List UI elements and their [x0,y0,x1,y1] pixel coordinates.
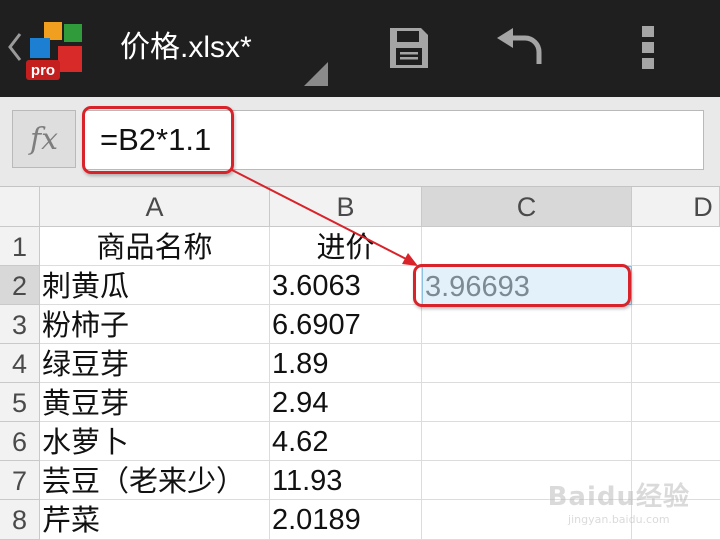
cell-b8[interactable]: 2.0189 [270,500,422,540]
save-button[interactable] [384,20,434,76]
row-header-3[interactable]: 3 [0,305,40,344]
logo-label: pro [31,62,55,79]
row-header-8[interactable]: 8 [0,500,40,540]
row-header-5[interactable]: 5 [0,383,40,422]
row-header-2[interactable]: 2 [0,266,40,305]
cell-d5[interactable] [632,383,720,422]
cell-a5[interactable]: 黄豆芽 [40,383,270,422]
cell-a8[interactable]: 芹菜 [40,500,270,540]
vertical-ellipsis-icon [642,26,654,69]
cell-a4[interactable]: 绿豆芽 [40,344,270,383]
cell-a1[interactable]: 商品名称 [40,227,270,266]
file-title: 价格.xlsx* [120,31,252,64]
file-menu-dropdown-icon[interactable] [304,62,328,86]
cell-a2[interactable]: 刺黄瓜 [40,266,270,305]
floppy-disk-icon [390,28,428,68]
formula-input[interactable]: =B2*1.1 [84,110,704,170]
cell-d1[interactable] [632,227,720,266]
cell-d3[interactable] [632,305,720,344]
cell-c4[interactable] [422,344,632,383]
cell-b7[interactable]: 11.93 [270,461,422,500]
column-header-a[interactable]: A [40,187,270,227]
back-chevron-icon[interactable] [6,30,24,64]
cell-d4[interactable] [632,344,720,383]
watermark-brand: Baidu经验 [547,482,690,512]
cell-d6[interactable] [632,422,720,461]
undo-button[interactable] [492,20,548,76]
overflow-menu-button[interactable] [628,20,668,76]
column-header-c[interactable]: C [422,187,632,227]
cell-c5[interactable] [422,383,632,422]
office-suite-pro-logo[interactable]: pro [24,18,90,82]
row-header-1[interactable]: 1 [0,227,40,266]
row-header-4[interactable]: 4 [0,344,40,383]
fx-icon: fx [29,121,59,157]
cell-a7[interactable]: 芸豆（老来少） [40,461,270,500]
watermark: Baidu经验 jingyan.baidu.com [548,476,690,526]
cell-b5[interactable]: 2.94 [270,383,422,422]
cell-a3[interactable]: 粉柿子 [40,305,270,344]
cell-b4[interactable]: 1.89 [270,344,422,383]
formula-bar: fx =B2*1.1 [0,97,720,187]
column-header-b[interactable]: B [270,187,422,227]
cell-b1[interactable]: 进价 [270,227,422,266]
cell-a6[interactable]: 水萝卜 [40,422,270,461]
cell-c1[interactable] [422,227,632,266]
cell-b2[interactable]: 3.6063 [270,266,422,305]
cell-b3[interactable]: 6.6907 [270,305,422,344]
select-all-corner[interactable] [0,187,40,227]
cell-c6[interactable] [422,422,632,461]
cell-d2[interactable] [632,266,720,305]
action-bar: pro 价格.xlsx* [0,0,720,97]
function-button[interactable]: fx [12,110,76,168]
watermark-url: jingyan.baidu.com [568,513,670,526]
row-header-6[interactable]: 6 [0,422,40,461]
row-header-7[interactable]: 7 [0,461,40,500]
column-header-d[interactable]: D [632,187,720,227]
undo-arrow-icon [497,28,542,64]
cell-b6[interactable]: 4.62 [270,422,422,461]
cell-c2-active[interactable]: 3.96693 [422,266,632,305]
cell-c3[interactable] [422,305,632,344]
